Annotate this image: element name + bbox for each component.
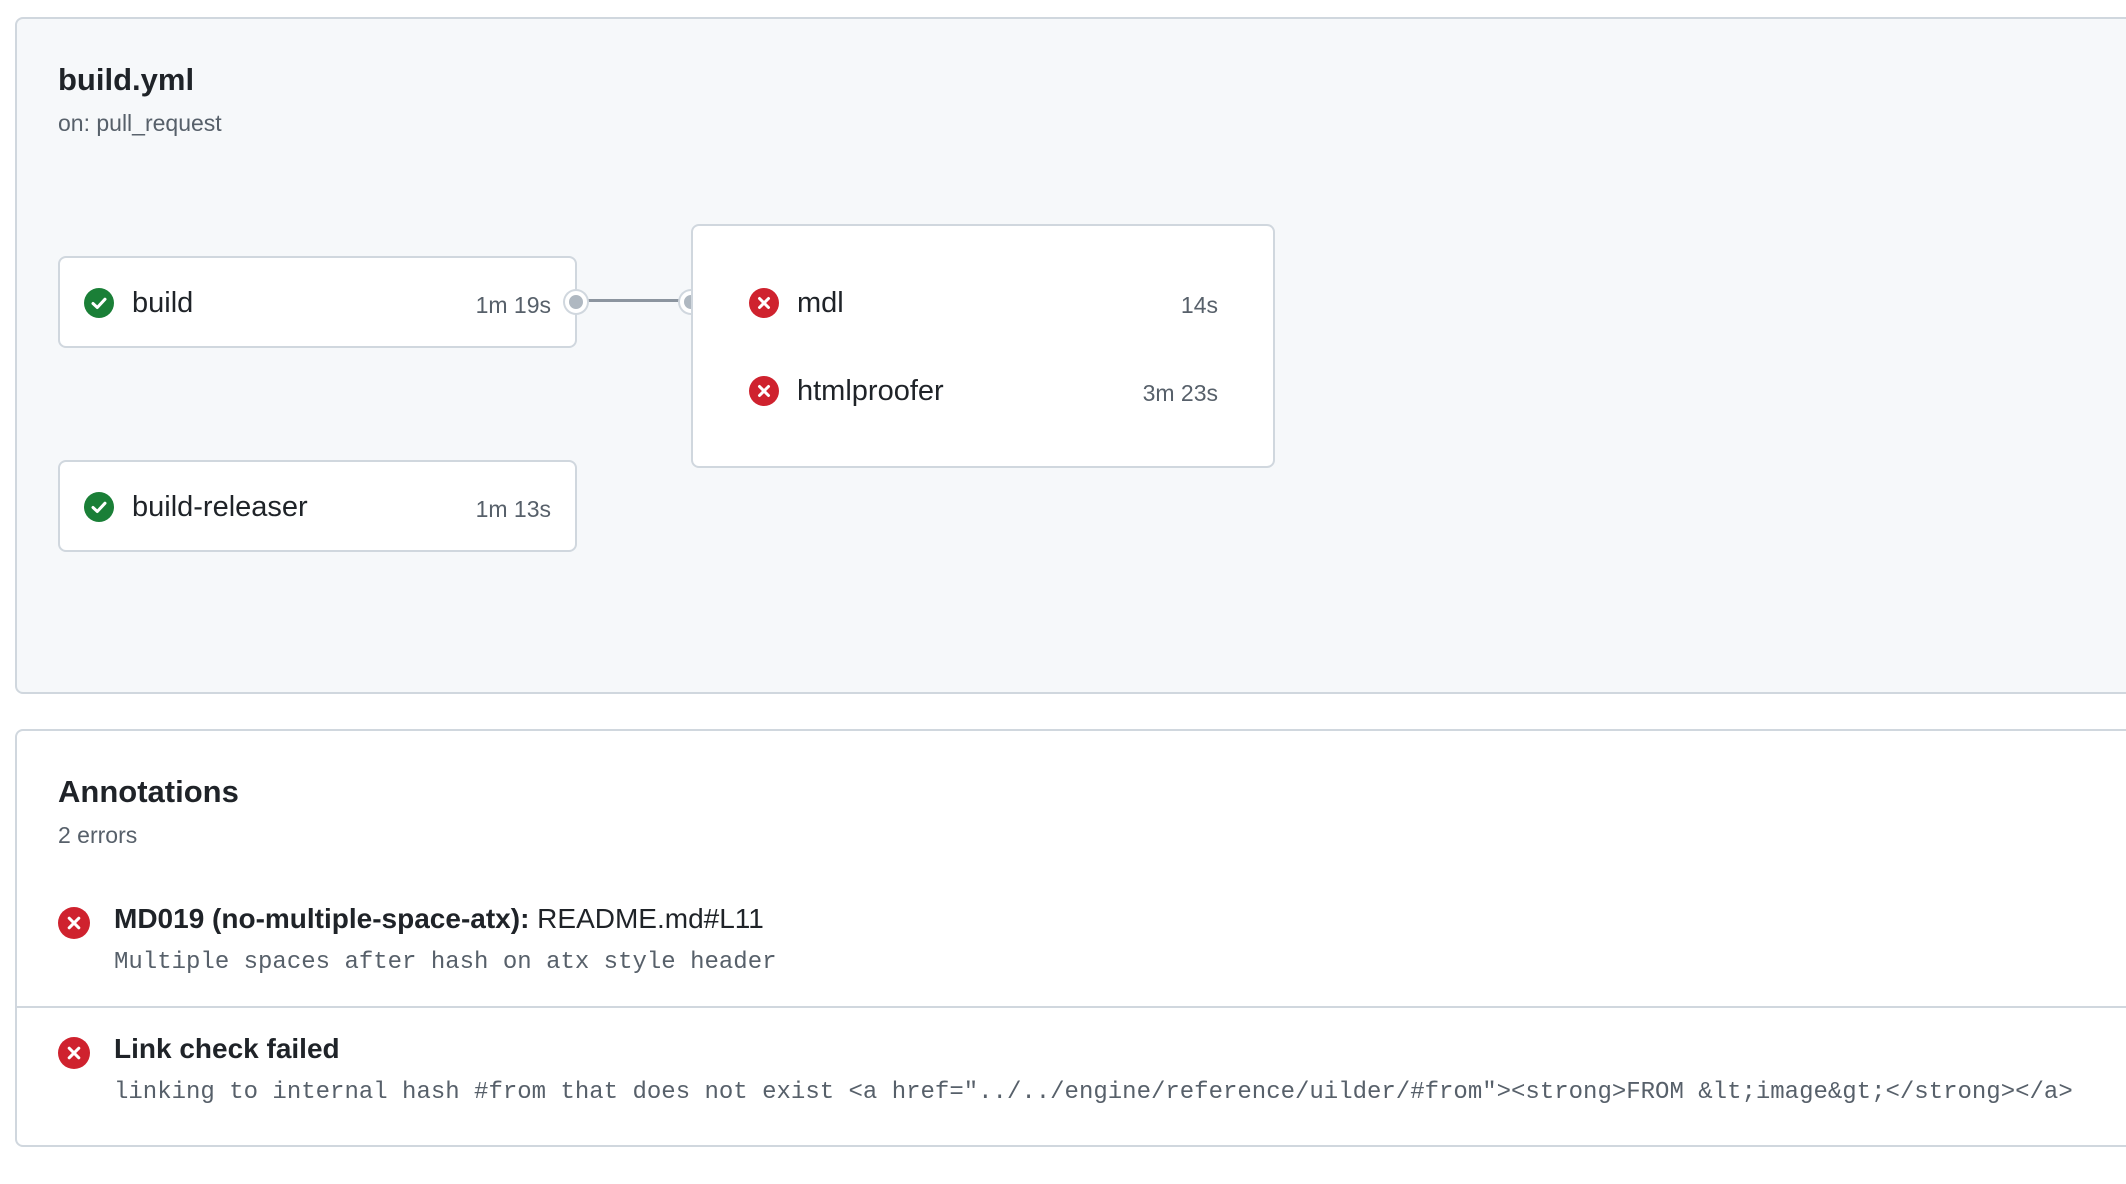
annotation-location-link[interactable]: README.md#L11 (529, 903, 764, 934)
x-circle-icon (749, 376, 779, 406)
annotation-heading: MD019 (no-multiple-space-atx): README.md… (114, 903, 764, 935)
annotation-rule: MD019 (no-multiple-space-atx): (114, 903, 530, 934)
job-name: htmlproofer (797, 375, 944, 407)
workflow-graph-panel: build.yml on: pull_request build 1m 19s … (15, 17, 2126, 694)
annotations-count: 2 errors (58, 822, 138, 848)
annotation-message: Multiple spaces after hash on atx style … (114, 949, 777, 976)
x-circle-icon (58, 1037, 90, 1069)
job-name: build (132, 287, 194, 319)
annotation-message: linking to internal hash #from that does… (114, 1079, 2073, 1106)
job-name: mdl (797, 287, 844, 319)
job-duration: 3m 23s (1142, 380, 1218, 406)
annotation-rule: Link check failed (114, 1033, 340, 1064)
annotations-title: Annotations (58, 774, 239, 809)
job-row-htmlproofer[interactable]: htmlproofer 3m 23s (693, 370, 1273, 410)
job-card-build[interactable]: build 1m 19s (58, 256, 577, 348)
workflow-trigger: on: pull_request (58, 110, 222, 136)
annotation-item[interactable]: MD019 (no-multiple-space-atx): README.md… (17, 899, 2126, 1019)
annotation-heading: Link check failed (114, 1033, 340, 1065)
job-name: build-releaser (132, 491, 308, 523)
job-duration: 14s (1180, 292, 1218, 318)
annotation-item[interactable]: Link check failed linking to internal ha… (17, 1029, 2126, 1129)
divider (17, 1006, 2126, 1008)
job-duration: 1m 13s (475, 496, 551, 522)
job-row-mdl[interactable]: mdl 14s (693, 282, 1273, 322)
job-group-card: mdl 14s htmlproofer 3m 23s (691, 224, 1275, 468)
check-circle-icon (84, 492, 114, 522)
check-circle-icon (84, 288, 114, 318)
workflow-title[interactable]: build.yml (58, 62, 194, 98)
x-circle-icon (58, 907, 90, 939)
job-connector-line (577, 299, 690, 302)
annotations-panel: Annotations 2 errors MD019 (no-multiple-… (15, 729, 2126, 1147)
job-card-build-releaser[interactable]: build-releaser 1m 13s (58, 460, 577, 552)
job-duration: 1m 19s (475, 292, 551, 318)
x-circle-icon (749, 288, 779, 318)
job-output-port (565, 291, 587, 313)
